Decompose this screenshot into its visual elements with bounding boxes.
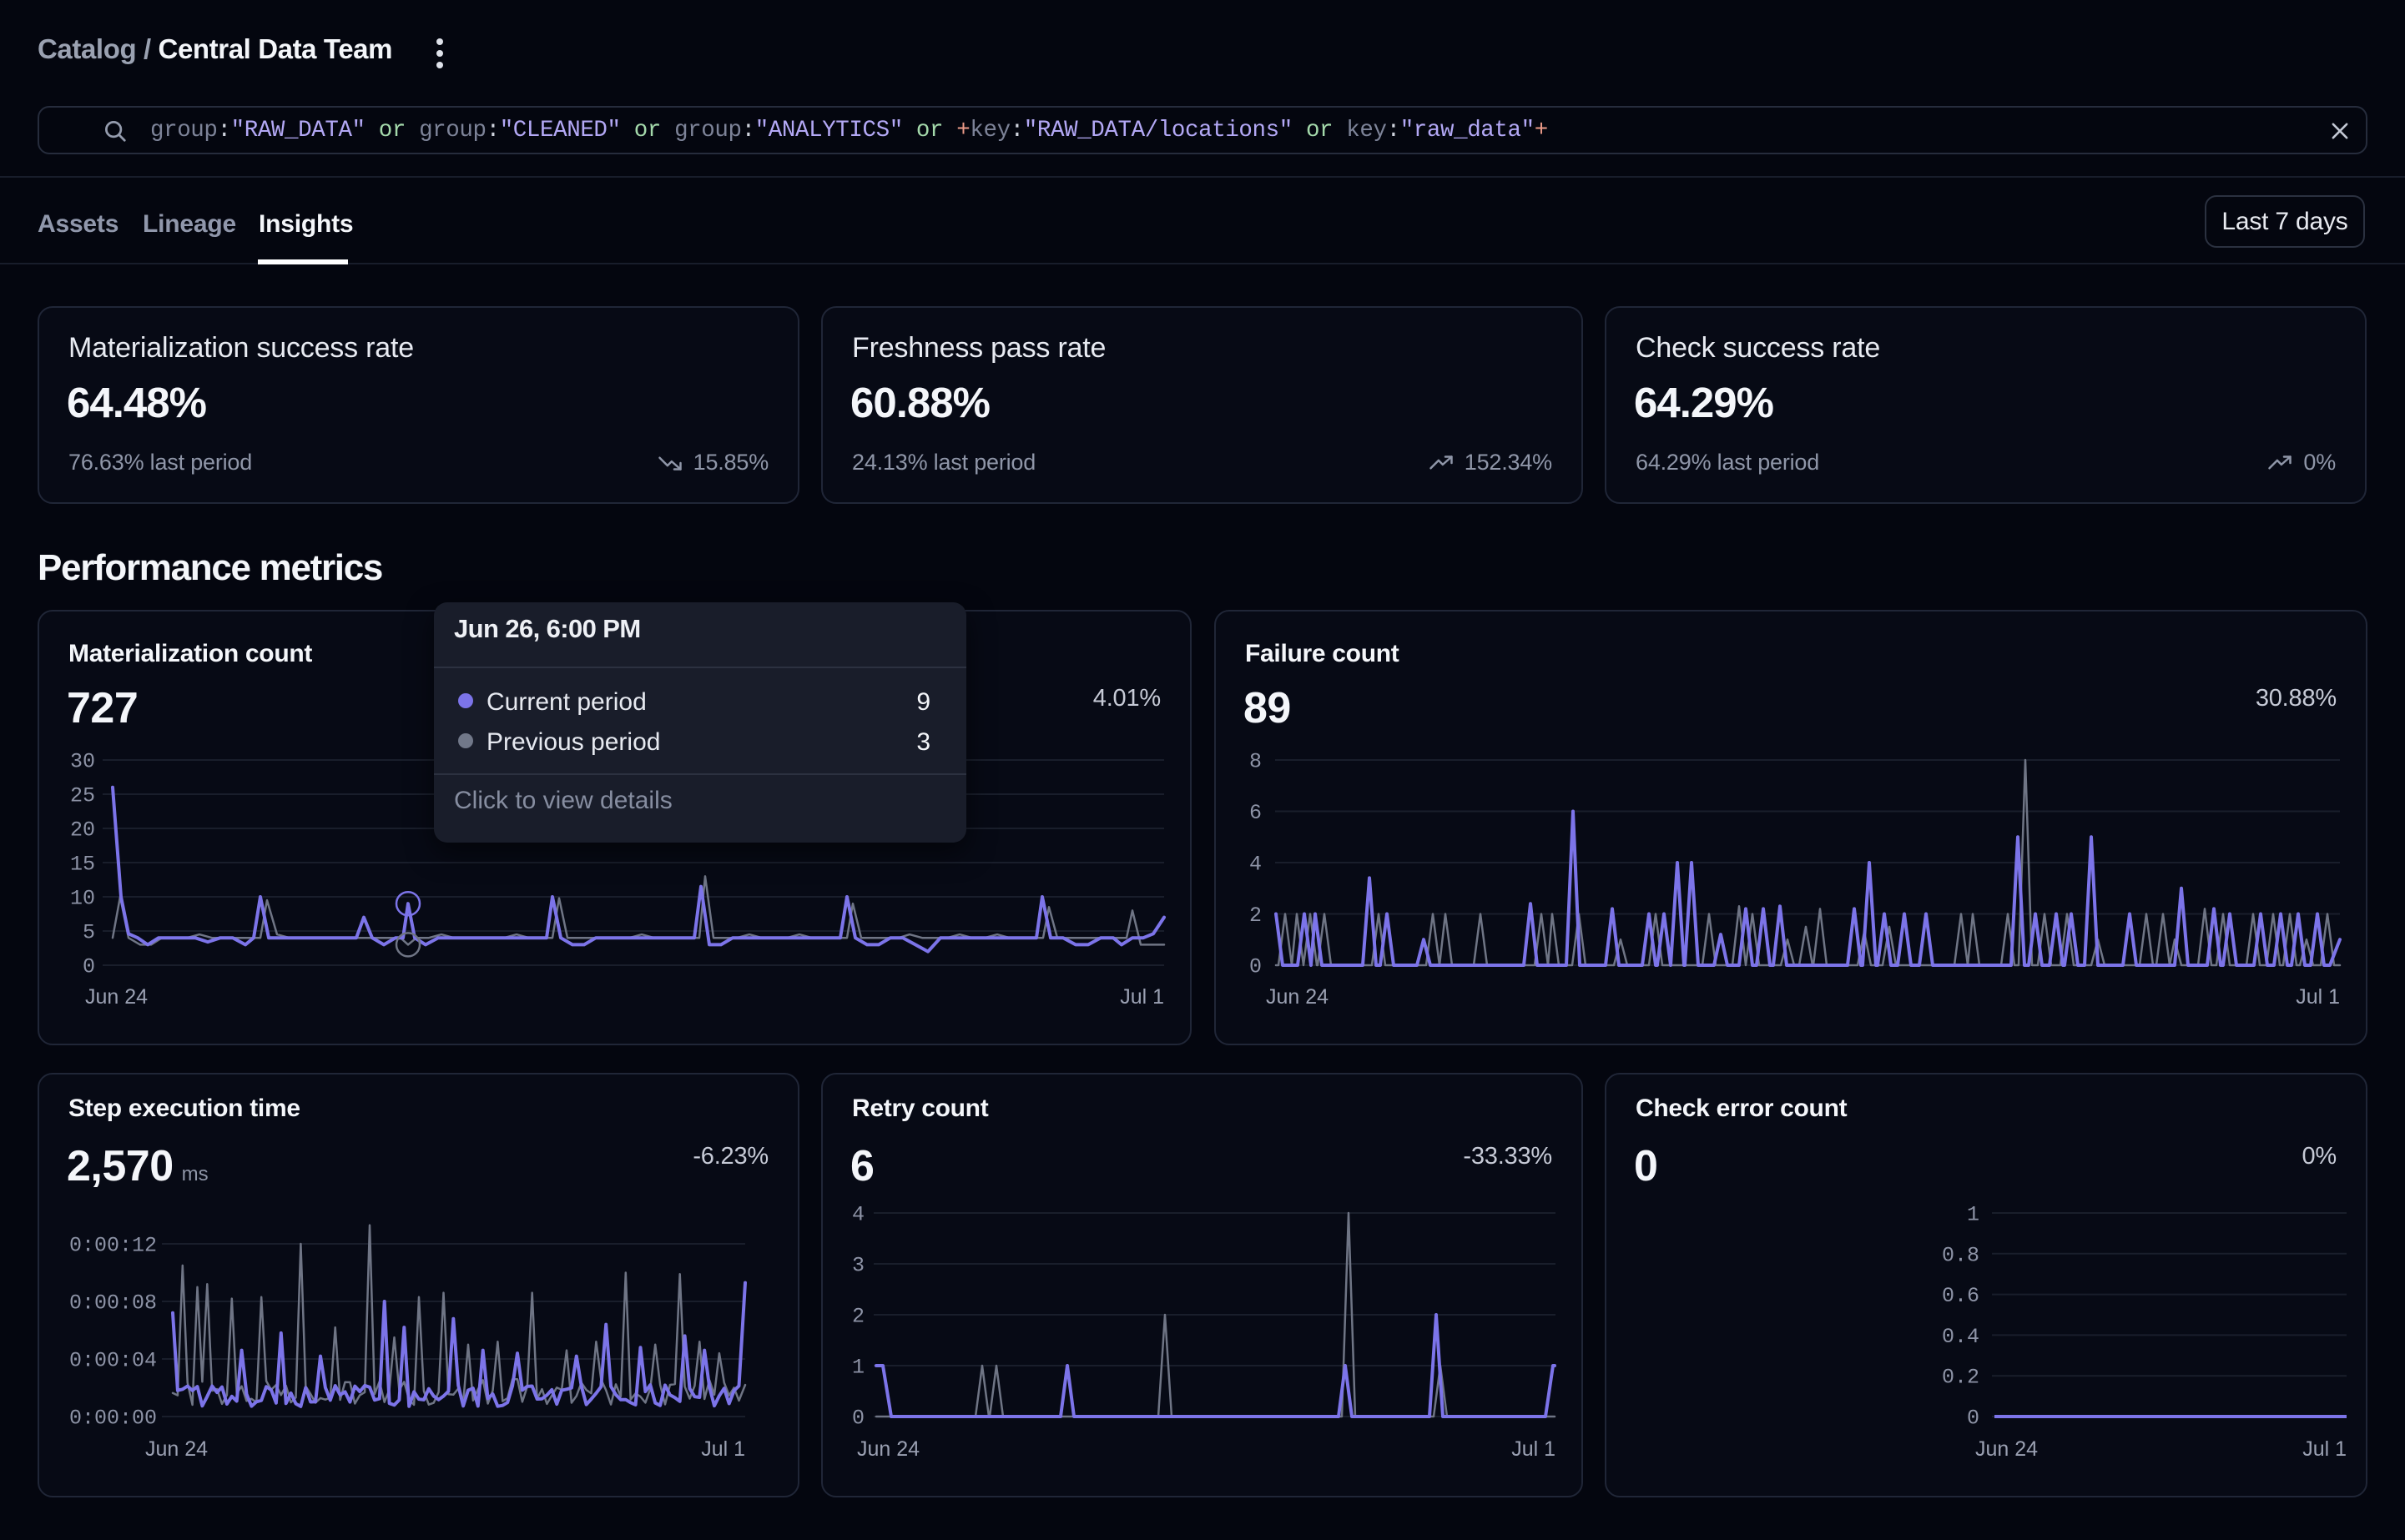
svg-text:0:00:04: 0:00:04	[69, 1349, 157, 1373]
svg-text:0.6: 0.6	[1942, 1284, 1979, 1308]
svg-text:0: 0	[1249, 955, 1262, 979]
svg-text:2: 2	[852, 1305, 865, 1329]
svg-text:Jun 24: Jun 24	[1975, 1437, 2038, 1461]
svg-text:Jul 1: Jul 1	[1120, 985, 1164, 1009]
svg-text:0:00:12: 0:00:12	[69, 1234, 157, 1258]
svg-text:0:00:08: 0:00:08	[69, 1291, 157, 1316]
svg-text:1: 1	[1967, 1203, 1979, 1227]
svg-text:4: 4	[1249, 853, 1262, 877]
svg-text:25: 25	[70, 784, 95, 808]
svg-text:0: 0	[852, 1407, 865, 1431]
svg-text:1: 1	[852, 1356, 865, 1380]
svg-text:2: 2	[1249, 903, 1262, 928]
svg-text:Jun 24: Jun 24	[857, 1437, 920, 1461]
svg-text:0.4: 0.4	[1942, 1325, 1979, 1349]
svg-text:0.2: 0.2	[1942, 1366, 1979, 1390]
svg-text:Jun 24: Jun 24	[1266, 985, 1329, 1009]
svg-text:0: 0	[1967, 1407, 1979, 1431]
svg-text:8: 8	[1249, 750, 1262, 774]
svg-text:Jul 1: Jul 1	[701, 1437, 745, 1461]
svg-text:0.8: 0.8	[1942, 1243, 1979, 1267]
svg-text:Jun 24: Jun 24	[145, 1437, 208, 1461]
svg-text:3: 3	[852, 1254, 865, 1278]
svg-text:Jun 24: Jun 24	[85, 985, 148, 1009]
svg-text:4: 4	[852, 1203, 865, 1227]
svg-text:10: 10	[70, 887, 95, 911]
svg-text:20: 20	[70, 818, 95, 843]
svg-text:15: 15	[70, 853, 95, 877]
svg-text:Jul 1: Jul 1	[1511, 1437, 1555, 1461]
svg-text:30: 30	[70, 750, 95, 774]
svg-text:Jul 1: Jul 1	[2296, 985, 2340, 1009]
svg-text:6: 6	[1249, 801, 1262, 825]
svg-text:5: 5	[83, 921, 95, 945]
svg-text:0:00:00: 0:00:00	[69, 1407, 157, 1431]
svg-text:Jul 1: Jul 1	[2302, 1437, 2347, 1461]
svg-text:0: 0	[83, 955, 95, 979]
